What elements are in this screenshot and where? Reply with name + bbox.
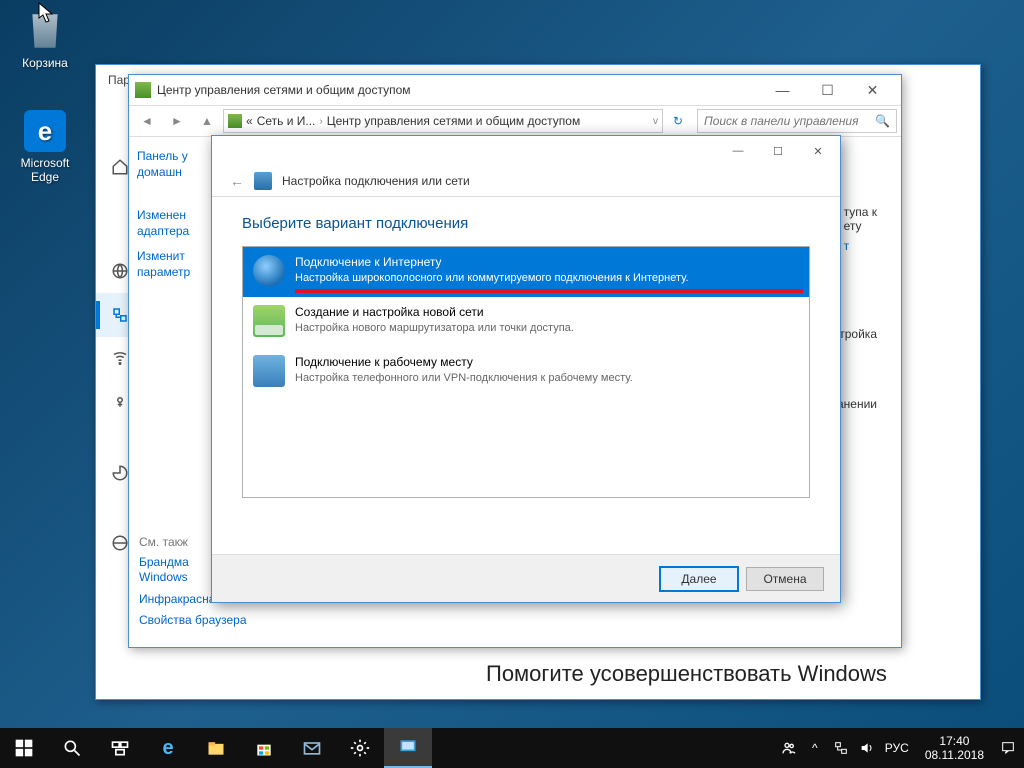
minimize-button[interactable]: — (718, 137, 758, 165)
wizard-header-title: Настройка подключения или сети (282, 174, 470, 188)
breadcrumb-icon (228, 114, 242, 128)
edge-taskbar-icon[interactable]: e (144, 728, 192, 768)
network-tray-icon[interactable] (833, 740, 849, 756)
explorer-taskbar-icon[interactable] (192, 728, 240, 768)
search-input[interactable] (704, 114, 869, 128)
wizard-footer: Далее Отмена (212, 554, 840, 602)
network-center-icon (135, 82, 151, 98)
clock[interactable]: 17:40 08.11.2018 (919, 734, 990, 763)
settings-taskbar-icon[interactable] (336, 728, 384, 768)
chevron-down-icon[interactable]: v (653, 116, 658, 127)
edge-shortcut[interactable]: e Microsoft Edge (10, 110, 80, 184)
edge-label: Microsoft Edge (10, 156, 80, 184)
settings-feedback-heading: Помогите усовершенствовать Windows (486, 661, 887, 687)
breadcrumb[interactable]: « Сеть и И... › Центр управления сетями … (223, 109, 663, 133)
control-panel-navbar: ◄ ► ▲ « Сеть и И... › Центр управления с… (129, 105, 901, 137)
option-title: Подключение к рабочему месту (295, 355, 633, 371)
maximize-button[interactable]: ☐ (805, 76, 850, 104)
option-title: Подключение к Интернету (295, 255, 689, 271)
wizard-header-icon (254, 172, 272, 190)
refresh-button[interactable]: ↻ (665, 108, 691, 134)
taskbar[interactable]: e ^ РУС 17:40 08.11.2018 (0, 728, 1024, 768)
right-fragment-link[interactable]: т (844, 239, 877, 253)
building-icon (253, 355, 285, 387)
wizard-heading: Выберите вариант подключения (242, 215, 810, 232)
option-desc: Настройка широкополосного или коммутируе… (295, 271, 689, 285)
maximize-button[interactable]: ☐ (758, 137, 798, 165)
connection-wizard-dialog[interactable]: — ☐ ✕ ← Настройка подключения или сети В… (211, 135, 841, 603)
recycle-bin-label: Корзина (10, 56, 80, 70)
mail-taskbar-icon[interactable] (288, 728, 336, 768)
breadcrumb-prefix: « (246, 114, 253, 128)
chevron-right-icon: › (319, 116, 322, 127)
forward-button[interactable]: ► (163, 108, 191, 134)
search-icon[interactable]: 🔍 (875, 114, 890, 128)
option-workplace[interactable]: Подключение к рабочему месту Настройка т… (243, 347, 809, 397)
search-button[interactable] (48, 728, 96, 768)
option-desc: Настройка нового маршрутизатора или точк… (295, 321, 574, 335)
control-panel-titlebar[interactable]: Центр управления сетями и общим доступом… (129, 75, 901, 105)
globe-icon (253, 255, 285, 287)
browser-props-link[interactable]: Свойства браузера (139, 613, 237, 629)
control-panel-title: Центр управления сетями и общим доступом (157, 83, 754, 97)
tray-chevron-up-icon[interactable]: ^ (807, 740, 823, 756)
edge-icon: e (24, 110, 66, 152)
language-indicator[interactable]: РУС (885, 741, 909, 755)
back-button[interactable]: ◄ (133, 108, 161, 134)
clock-time: 17:40 (925, 734, 984, 748)
option-title: Создание и настройка новой сети (295, 305, 574, 321)
wizard-titlebar[interactable]: — ☐ ✕ (212, 136, 840, 166)
store-taskbar-icon[interactable] (240, 728, 288, 768)
clock-date: 08.11.2018 (925, 748, 984, 762)
mouse-cursor (38, 2, 56, 27)
breadcrumb-item[interactable]: Сеть и И... (257, 114, 316, 128)
next-button[interactable]: Далее (660, 567, 738, 591)
start-button[interactable] (0, 728, 48, 768)
system-tray: ^ РУС 17:40 08.11.2018 (773, 734, 1024, 763)
right-fragment: тупа к (844, 205, 877, 219)
option-desc: Настройка телефонного или VPN-подключени… (295, 371, 633, 385)
action-center-icon[interactable] (1000, 740, 1016, 756)
wizard-header: ← Настройка подключения или сети (212, 166, 840, 197)
wizard-back-arrow[interactable]: ← (230, 173, 244, 189)
cancel-button[interactable]: Отмена (746, 567, 824, 591)
volume-tray-icon[interactable] (859, 740, 875, 756)
control-panel-search[interactable]: 🔍 (697, 109, 897, 133)
close-button[interactable]: ✕ (798, 137, 838, 165)
task-view-button[interactable] (96, 728, 144, 768)
right-fragment: ету (844, 219, 877, 233)
option-new-network[interactable]: Создание и настройка новой сети Настройк… (243, 297, 809, 347)
breadcrumb-item[interactable]: Центр управления сетями и общим доступом (327, 114, 581, 128)
router-icon (253, 305, 285, 337)
minimize-button[interactable]: — (760, 76, 805, 104)
option-internet-connection[interactable]: Подключение к Интернету Настройка широко… (243, 247, 809, 297)
people-icon[interactable] (781, 740, 797, 756)
close-button[interactable]: ✕ (850, 76, 895, 104)
connection-options-list: Подключение к Интернету Настройка широко… (242, 246, 810, 498)
up-button[interactable]: ▲ (193, 108, 221, 134)
control-panel-taskbar-icon[interactable] (384, 728, 432, 768)
